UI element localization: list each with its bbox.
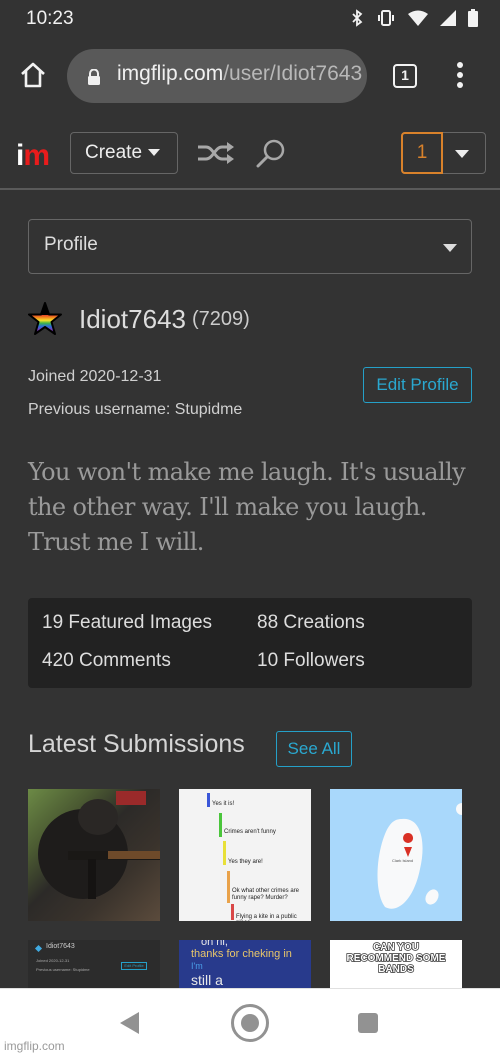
comment-text: Yes it is! — [212, 801, 235, 807]
tab-switcher-button[interactable]: 1 — [393, 64, 417, 88]
island-map-image — [377, 803, 462, 909]
submission-thumbnail[interactable]: Yes it is! Crimes aren't funny Yes they … — [179, 789, 311, 921]
recents-icon[interactable] — [358, 1013, 378, 1033]
thread-bar — [219, 813, 222, 837]
username: Idiot7643 — [79, 303, 186, 334]
comment-text: Crimes aren't funny — [224, 829, 276, 835]
thread-bar — [227, 871, 230, 903]
meme-text: oh hi, — [201, 940, 228, 948]
mini-prevname: Previous username: Stupidme — [36, 967, 90, 972]
home-circle-icon[interactable] — [231, 1004, 269, 1042]
imgflip-logo[interactable]: im — [16, 139, 50, 173]
map-pin-label: Clark Island — [392, 858, 414, 863]
notification-count[interactable]: 1 — [401, 132, 443, 174]
status-bar: 10:23 — [0, 0, 500, 40]
latest-submissions-title: Latest Submissions — [28, 730, 245, 758]
create-label: Create — [85, 142, 143, 163]
rainbow-star-icon — [28, 302, 62, 335]
submission-thumbnail[interactable]: oh hi, thanks for cheking in I'm still a — [179, 940, 311, 988]
search-button[interactable] — [256, 138, 286, 173]
notifications-button[interactable]: 1 — [401, 132, 486, 174]
see-all-button[interactable]: See All — [276, 731, 352, 767]
menu-dot-icon — [457, 82, 463, 88]
user-heading: Idiot7643 (7209) — [28, 302, 250, 336]
imgflip-watermark: imgflip.com — [4, 1039, 65, 1053]
random-button[interactable] — [197, 140, 235, 171]
signal-icon — [440, 10, 456, 32]
stat-creations[interactable]: 88 Creations — [257, 612, 365, 634]
battery-icon — [468, 9, 478, 33]
mini-edit-button: Edit Profile — [121, 962, 147, 970]
site-header: im Create 1 — [0, 112, 500, 190]
status-time: 10:23 — [26, 8, 74, 29]
comment-text: Yes they are! — [228, 859, 263, 865]
menu-dot-icon — [457, 72, 463, 78]
caret-down-icon — [443, 244, 457, 252]
wifi-icon — [408, 10, 428, 32]
search-icon — [256, 139, 285, 168]
caret-down-icon — [148, 149, 161, 157]
user-stats: 19 Featured Images 88 Creations 420 Comm… — [28, 598, 472, 688]
caret-down-icon[interactable] — [455, 150, 469, 158]
mini-username: Idiot7643 — [46, 943, 75, 950]
bluetooth-icon — [350, 9, 364, 33]
url-text: imgflip.com/user/Idiot7643 — [117, 62, 362, 86]
address-bar[interactable]: imgflip.com/user/Idiot7643 — [67, 49, 367, 103]
user-points: (7209) — [191, 307, 250, 330]
thread-bar — [223, 841, 226, 865]
url-path: /user/Idiot7643 — [223, 62, 363, 85]
meme-text: still a — [191, 972, 223, 988]
profile-section-select[interactable]: Profile — [28, 219, 472, 274]
menu-dot-icon — [457, 62, 463, 68]
status-icons — [350, 9, 478, 33]
meme-text: I'm — [191, 961, 203, 971]
stat-followers[interactable]: 10 Followers — [257, 650, 365, 672]
user-bio: You won't make me laugh. It's usually th… — [28, 458, 466, 556]
submission-thumbnail[interactable]: Clark Island — [330, 789, 462, 921]
url-domain: imgflip.com — [117, 62, 224, 85]
previous-username: Previous username: Stupidme — [28, 401, 243, 418]
edit-profile-button[interactable]: Edit Profile — [363, 367, 472, 403]
star-icon — [34, 944, 43, 953]
browser-home-button[interactable] — [18, 60, 48, 90]
shuffle-icon — [198, 142, 234, 164]
submission-thumbnail[interactable] — [28, 789, 160, 921]
vibrate-icon — [376, 9, 396, 33]
thread-bar — [231, 904, 234, 920]
meme-caption: CAN YOU RECOMMEND SOME BANDS — [346, 941, 446, 976]
create-dropdown-button[interactable]: Create — [70, 132, 178, 174]
meme-text: thanks for cheking in — [191, 948, 292, 960]
mini-joined: Joined 2020-12-31 — [36, 958, 70, 963]
browser-toolbar: imgflip.com/user/Idiot7643 1 — [0, 40, 500, 112]
comment-text: Flying a kite in a public place. — [236, 914, 297, 921]
chimp-rifle-image — [38, 791, 160, 899]
joined-date: Joined 2020-12-31 — [28, 368, 162, 385]
select-value: Profile — [44, 234, 98, 255]
stat-comments[interactable]: 420 Comments — [42, 650, 171, 672]
submission-thumbnail[interactable]: Idiot7643 Joined 2020-12-31 Previous use… — [28, 940, 160, 988]
browser-menu-button[interactable] — [455, 62, 465, 92]
thread-bar — [207, 793, 210, 807]
lock-icon — [87, 68, 101, 90]
android-nav-bar: imgflip.com — [0, 988, 500, 1055]
comment-text: Ok what other crimes are funny rape? Mur… — [232, 888, 300, 901]
home-icon — [21, 62, 45, 88]
stat-featured-images[interactable]: 19 Featured Images — [42, 612, 212, 634]
submission-thumbnail[interactable]: CAN YOU RECOMMEND SOME BANDS — [330, 940, 462, 988]
back-icon[interactable] — [120, 1012, 139, 1034]
